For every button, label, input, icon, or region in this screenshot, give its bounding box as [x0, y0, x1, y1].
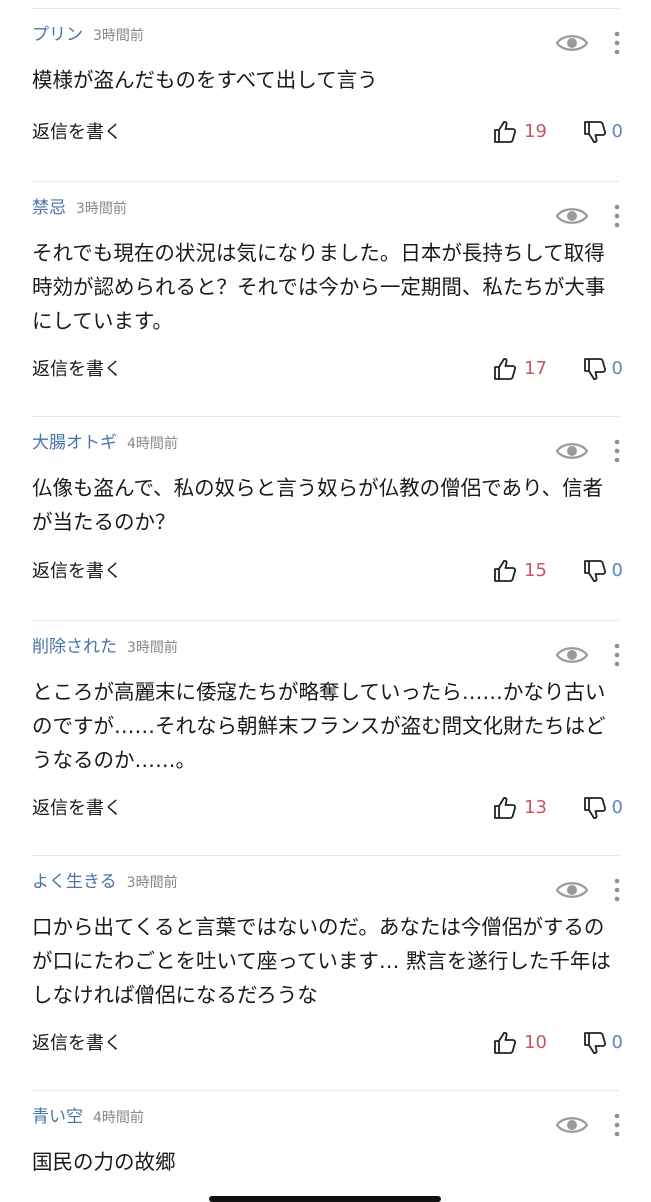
more-vertical-icon[interactable]: [611, 876, 623, 904]
dislike-count: 0: [611, 358, 623, 379]
comment-meta: 禁忌 3時間前: [32, 182, 619, 236]
comment-meta: 大腸オトギ 4時間前: [32, 417, 619, 471]
dislike-button[interactable]: 0: [582, 558, 623, 584]
comment-item: 削除された 3時間前 ところが高麗末に倭寇たちが略奪していったら……かなり古いの…: [32, 621, 623, 856]
like-count: 15: [524, 560, 547, 581]
more-vertical-icon[interactable]: [611, 202, 623, 230]
comment-actions: 返信を書く 10 0: [32, 1024, 623, 1084]
thumbs-down-icon: [583, 1032, 606, 1055]
comment-item: プリン 3時間前 模様が盗んだものをすべて出して言う 返信を書く 19 0: [32, 9, 623, 182]
thumbs-up-icon: [494, 559, 517, 582]
reply-button[interactable]: 返信を書く: [32, 121, 122, 145]
thumbs-up-icon: [494, 120, 517, 143]
comment-actions: 返信を書く 19 0: [32, 113, 623, 173]
more-vertical-icon[interactable]: [611, 29, 623, 57]
eye-icon[interactable]: [555, 439, 589, 463]
dislike-count: 0: [611, 797, 623, 818]
like-button[interactable]: 15: [492, 558, 547, 584]
eye-icon[interactable]: [555, 1113, 589, 1137]
comment-body: ところが高麗末に倭寇たちが略奪していったら……かなり古いのですが……それなら朝鮮…: [32, 680, 606, 772]
comment-body: 仏像も盗んで、私の奴らと言う奴らが仏教の僧侶であり、信者が当たるのか？: [32, 476, 604, 534]
comment-meta: 削除された 3時間前: [32, 621, 619, 675]
like-count: 13: [524, 797, 547, 818]
comment-body: 国民の力の故郷: [32, 1150, 176, 1174]
eye-icon[interactable]: [555, 204, 589, 228]
comment-time: 3時間前: [127, 640, 178, 656]
thumbs-up-icon: [494, 796, 517, 819]
comment-username[interactable]: 大腸オトギ: [32, 435, 117, 452]
comment-feed: プリン 3時間前 模様が盗んだものをすべて出して言う 返信を書く 19 0 禁忌…: [0, 9, 651, 1201]
comment-time: 3時間前: [76, 201, 127, 217]
comment-time: 3時間前: [93, 28, 144, 44]
comment-actions: 返信を書く 13 0: [32, 789, 623, 849]
thumbs-up-icon: [494, 1031, 517, 1054]
eye-icon[interactable]: [555, 878, 589, 902]
more-vertical-icon[interactable]: [611, 437, 623, 465]
comment-body: それでも現在の状況は気になりました。日本が長持ちして取得時効が認められると？それ…: [32, 241, 606, 333]
thumbs-down-icon: [583, 560, 606, 583]
like-button[interactable]: 10: [492, 1030, 547, 1056]
dislike-button[interactable]: 0: [582, 119, 623, 145]
like-button[interactable]: 13: [492, 795, 547, 821]
comment-username[interactable]: 削除された: [32, 639, 117, 656]
comment-item: 青い空 4時間前 国民の力の故郷: [32, 1091, 620, 1201]
more-vertical-icon[interactable]: [611, 1111, 623, 1139]
comment-username[interactable]: 青い空: [32, 1109, 83, 1126]
comment-username[interactable]: よく生きる: [32, 874, 117, 891]
comment-meta: 青い空 4時間前: [32, 1091, 619, 1145]
like-button[interactable]: 19: [492, 119, 547, 145]
eye-icon[interactable]: [555, 31, 589, 55]
reply-button[interactable]: 返信を書く: [32, 560, 122, 584]
dislike-button[interactable]: 0: [582, 795, 623, 821]
like-button[interactable]: 17: [492, 356, 547, 382]
comment-item: よく生きる 3時間前 口から出てくると言葉ではないのだ。あなたは今僧侶がするのが…: [32, 856, 623, 1091]
like-count: 10: [524, 1032, 547, 1053]
like-count: 17: [524, 358, 547, 379]
dislike-button[interactable]: 0: [582, 1030, 623, 1056]
thumbs-up-icon: [494, 357, 517, 380]
comment-actions: 返信を書く 15 0: [32, 552, 623, 612]
reply-button[interactable]: 返信を書く: [32, 1032, 122, 1056]
comment-item: 大腸オトギ 4時間前 仏像も盗んで、私の奴らと言う奴らが仏教の僧侶であり、信者が…: [32, 417, 623, 621]
dislike-button[interactable]: 0: [582, 356, 623, 382]
comment-username[interactable]: プリン: [32, 27, 83, 44]
home-indicator[interactable]: [209, 1196, 441, 1202]
more-vertical-icon[interactable]: [611, 641, 623, 669]
dislike-count: 0: [611, 1032, 623, 1053]
comment-body: 模様が盗んだものをすべて出して言う: [32, 68, 378, 92]
comment-time: 4時間前: [127, 436, 178, 452]
dislike-count: 0: [611, 560, 623, 581]
like-count: 19: [524, 121, 547, 142]
comment-username[interactable]: 禁忌: [32, 200, 66, 217]
thumbs-down-icon: [583, 797, 606, 820]
comment-time: 4時間前: [93, 1110, 144, 1126]
comment-body: 口から出てくると言葉ではないのだ。あなたは今僧侶がするのが口にたわごとを吐いて座…: [32, 915, 611, 1007]
reply-button[interactable]: 返信を書く: [32, 358, 122, 382]
reply-button[interactable]: 返信を書く: [32, 797, 122, 821]
comment-actions: 返信を書く 17 0: [32, 350, 623, 410]
dislike-count: 0: [611, 121, 623, 142]
comment-meta: よく生きる 3時間前: [32, 856, 619, 910]
comment-item: 禁忌 3時間前 それでも現在の状況は気になりました。日本が長持ちして取得時効が認…: [32, 182, 623, 417]
thumbs-down-icon: [583, 121, 606, 144]
eye-icon[interactable]: [555, 643, 589, 667]
thumbs-down-icon: [583, 358, 606, 381]
comment-time: 3時間前: [126, 875, 178, 891]
comment-meta: プリン 3時間前: [32, 9, 619, 63]
